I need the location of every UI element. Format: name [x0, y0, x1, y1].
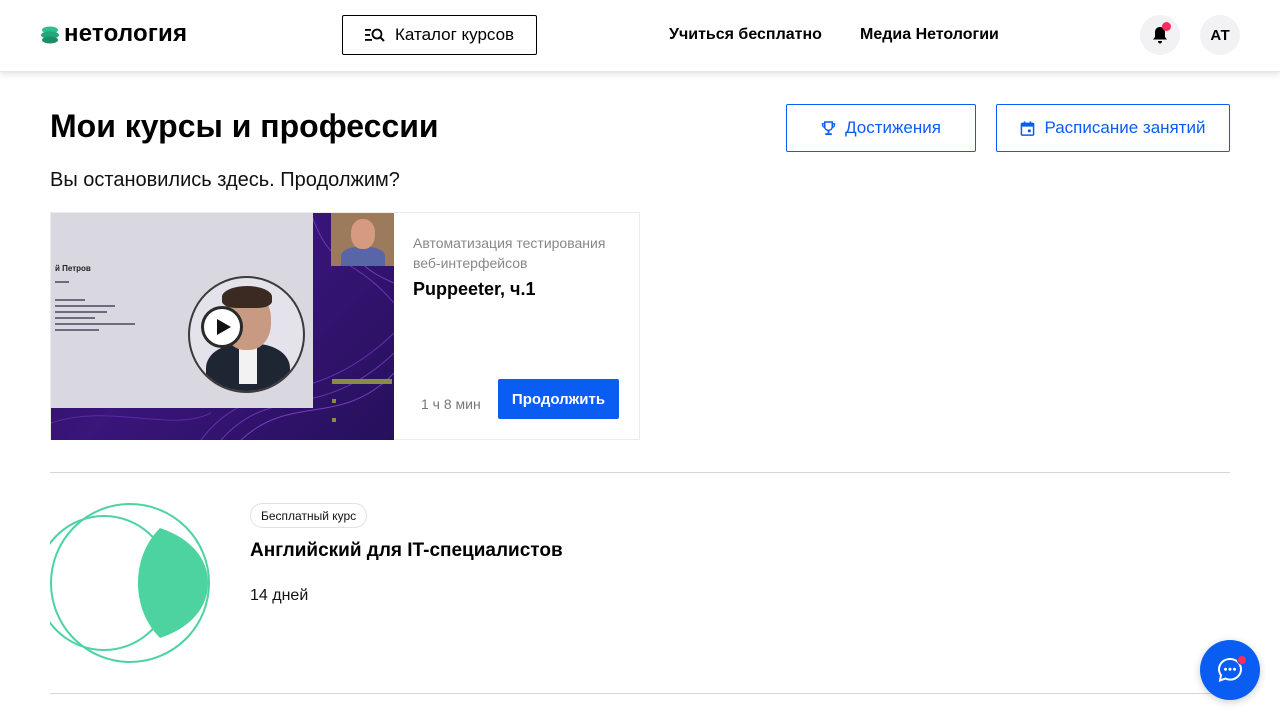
resume-lesson-card: й Петров Автоматизация тестирования веб-… [50, 212, 640, 440]
continue-button[interactable]: Продолжить [498, 379, 619, 419]
logo-icon [41, 26, 59, 44]
play-button[interactable] [201, 306, 243, 348]
webcam-overlay [331, 213, 394, 266]
presentation-slide: й Петров [51, 213, 313, 408]
logo-link[interactable]: нетология [40, 22, 187, 46]
schedule-button[interactable]: Расписание занятий [996, 104, 1230, 152]
lesson-video-thumbnail[interactable]: й Петров [51, 213, 394, 440]
chat-notification-dot [1237, 655, 1247, 665]
course-illustration [50, 503, 210, 663]
page-title: Мои курсы и профессии [50, 108, 439, 144]
course-title[interactable]: Английский для IT-специалистов [250, 540, 563, 562]
slide-speaker-name: й Петров [55, 264, 91, 273]
achievements-button[interactable]: Достижения [786, 104, 976, 152]
lesson-duration: 1 ч 8 мин [421, 396, 481, 412]
resume-prompt: Вы остановились здесь. Продолжим? [50, 169, 400, 191]
catalog-button[interactable]: Каталог курсов [342, 15, 537, 55]
logo-text: нетология [64, 20, 188, 47]
notifications-button[interactable] [1140, 15, 1180, 55]
nav-media[interactable]: Медиа Нетологии [860, 26, 999, 44]
free-course-badge: Бесплатный курс [250, 503, 368, 528]
lesson-name[interactable]: Puppeeter, ч.1 [413, 279, 628, 300]
catalog-search-icon [365, 28, 385, 42]
calendar-icon [1021, 120, 1035, 136]
top-header: нетология Каталог курсов Учиться бесплат… [0, 0, 1280, 72]
section-divider [50, 693, 1230, 694]
trophy-icon [821, 120, 836, 135]
play-icon [216, 319, 231, 335]
achievements-label: Достижения [845, 118, 941, 137]
section-divider [50, 472, 1230, 473]
nav-learn-free[interactable]: Учиться бесплатно [669, 26, 822, 44]
lesson-info: Автоматизация тестирования веб-интерфейс… [413, 233, 628, 300]
course-duration: 14 дней [250, 587, 309, 604]
support-chat-button[interactable] [1200, 640, 1260, 700]
catalog-label: Каталог курсов [395, 25, 515, 44]
course-name: Автоматизация тестирования веб-интерфейс… [413, 235, 606, 271]
notification-dot [1162, 22, 1171, 31]
schedule-label: Расписание занятий [1044, 118, 1206, 137]
user-avatar[interactable]: АТ [1200, 15, 1240, 55]
